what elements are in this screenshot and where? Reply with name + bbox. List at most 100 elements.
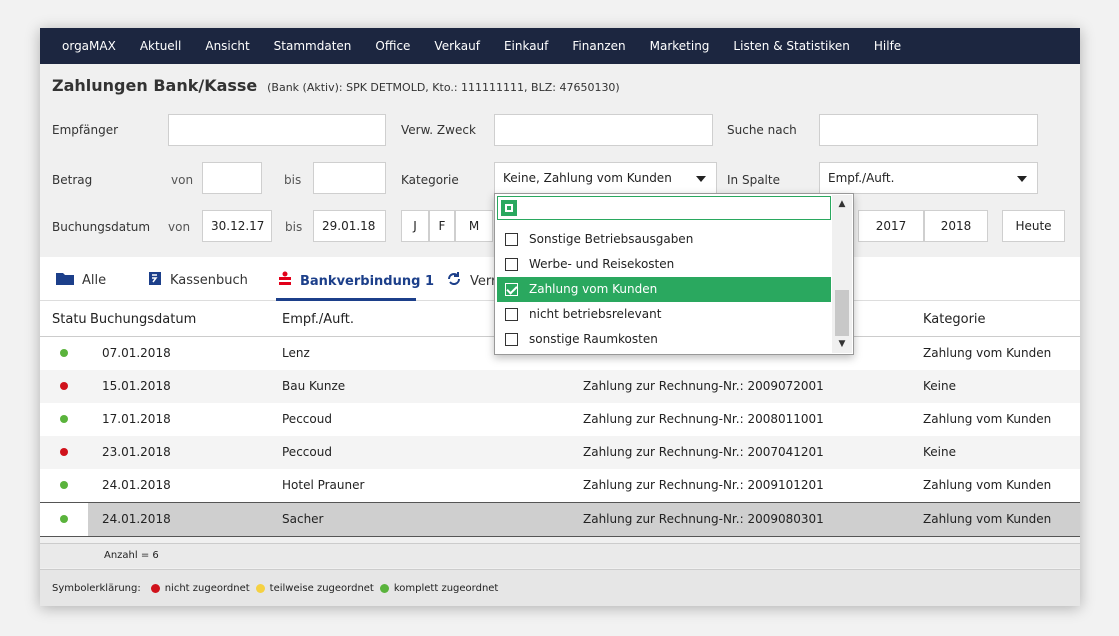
status-dot xyxy=(60,515,68,523)
row-date: 23.01.2018 xyxy=(102,445,171,459)
year-2018-button[interactable]: 2018 xyxy=(924,210,988,242)
row-recipient: Peccoud xyxy=(282,445,332,459)
dropdown-scrollbar[interactable]: ▲ ▼ xyxy=(832,195,852,353)
status-dot xyxy=(60,382,68,390)
menu-listen-statistiken[interactable]: Listen & Statistiken xyxy=(733,39,849,53)
row-purpose: Zahlung zur Rechnung-Nr.: 2008011001 xyxy=(583,412,824,426)
col-empfaenger[interactable]: Empf./Auft. xyxy=(282,312,354,327)
menu-marketing[interactable]: Marketing xyxy=(650,39,710,53)
year-2017-button[interactable]: 2017 xyxy=(858,210,924,242)
row-recipient: Bau Kunze xyxy=(282,379,346,393)
col-buchungsdatum[interactable]: Buchungsdatum xyxy=(90,312,196,327)
suche-label: Suche nach xyxy=(727,123,797,137)
scroll-up-icon[interactable]: ▲ xyxy=(832,195,852,213)
dropdown-item[interactable]: nicht betriebsrelevant xyxy=(497,302,831,327)
row-recipient: Hotel Prauner xyxy=(282,478,365,492)
row-date: 24.01.2018 xyxy=(102,478,171,492)
dropdown-item-checked[interactable]: Zahlung vom Kunden xyxy=(497,277,831,302)
menu-aktuell[interactable]: Aktuell xyxy=(140,39,182,53)
kategorie-value: Keine, Zahlung vom Kunden xyxy=(503,171,672,185)
row-date: 15.01.2018 xyxy=(102,379,171,393)
row-category: Zahlung vom Kunden xyxy=(923,412,1052,426)
legend-item-komplett: komplett zugeordnet xyxy=(393,582,499,594)
col-status[interactable]: Statu xyxy=(52,312,87,327)
betrag-bis-input[interactable] xyxy=(313,162,386,194)
scroll-thumb[interactable] xyxy=(835,290,849,336)
buchungsdatum-label: Buchungsdatum xyxy=(52,220,151,234)
verwzweck-label: Verw. Zweck xyxy=(401,123,476,137)
page-header: Zahlungen Bank/Kasse (Bank (Aktiv): SPK … xyxy=(52,76,620,95)
tab-verrechnung-label: Verr xyxy=(470,273,497,289)
month-jan-button[interactable]: J xyxy=(401,210,429,242)
scroll-down-icon[interactable]: ▼ xyxy=(832,335,852,353)
dropdown-item-label: Werbe- und Reisekosten xyxy=(529,257,675,271)
menu-finanzen[interactable]: Finanzen xyxy=(572,39,625,53)
kategorie-select[interactable]: Keine, Zahlung vom Kunden xyxy=(494,162,717,194)
month-mar-button[interactable]: M xyxy=(455,210,493,242)
row-purpose: Zahlung zur Rechnung-Nr.: 2009101201 xyxy=(583,478,824,492)
tab-alle[interactable]: Alle xyxy=(56,271,106,289)
dropdown-item[interactable]: Sonstige Betriebsausgaben xyxy=(497,227,831,252)
legend-red-dot xyxy=(150,583,160,593)
dropdown-filter-input[interactable] xyxy=(497,196,831,220)
empfaenger-label: Empfänger xyxy=(52,123,119,137)
tab-verrechnung[interactable]: Verr xyxy=(446,271,496,291)
inspalte-select[interactable]: Empf./Auft. xyxy=(819,162,1038,194)
datum-von-input[interactable]: 30.12.17 xyxy=(202,210,272,242)
inspalte-value: Empf./Auft. xyxy=(828,171,895,185)
verwzweck-input[interactable] xyxy=(494,114,713,146)
menu-office[interactable]: Office xyxy=(375,39,410,53)
row-purpose: Zahlung zur Rechnung-Nr.: 2009072001 xyxy=(583,379,824,393)
row-date: 24.01.2018 xyxy=(102,512,171,526)
dropdown-item-label: sonstige Raumkosten xyxy=(529,332,658,346)
row-category: Zahlung vom Kunden xyxy=(923,512,1052,526)
menu-orgamax[interactable]: orgaMAX xyxy=(62,39,116,53)
tab-kassenbuch[interactable]: Kassenbuch xyxy=(148,271,248,290)
table-row-selected[interactable]: 24.01.2018 Sacher Zahlung zur Rechnung-N… xyxy=(40,502,1080,537)
suche-input[interactable] xyxy=(819,114,1038,146)
betrag-von-input[interactable] xyxy=(202,162,262,194)
menu-verkauf[interactable]: Verkauf xyxy=(434,39,480,53)
tab-alle-label: Alle xyxy=(82,272,107,288)
legend-item-nicht: nicht zugeordnet xyxy=(164,582,250,594)
tab-kassenbuch-label: Kassenbuch xyxy=(170,273,248,288)
menu-einkauf[interactable]: Einkauf xyxy=(504,39,548,53)
row-date: 17.01.2018 xyxy=(102,412,171,426)
empfaenger-input[interactable] xyxy=(168,114,386,146)
tab-bankverbindung[interactable]: Bankverbindung 1 xyxy=(278,271,434,292)
bank-icon xyxy=(278,271,292,292)
row-category: Keine xyxy=(923,379,956,393)
row-purpose: Zahlung zur Rechnung-Nr.: 2009080301 xyxy=(583,512,824,526)
select-all-checkbox-icon[interactable] xyxy=(501,200,517,216)
betrag-label: Betrag xyxy=(52,173,93,187)
row-count: Anzahl = 6 xyxy=(104,550,159,561)
row-category: Keine xyxy=(923,445,956,459)
cashbook-icon xyxy=(148,271,162,290)
dropdown-item[interactable]: sonstige Raumkosten xyxy=(497,327,831,352)
table-row[interactable]: 15.01.2018 Bau Kunze Zahlung zur Rechnun… xyxy=(40,370,1080,403)
heute-button[interactable]: Heute xyxy=(1002,210,1065,242)
sync-icon xyxy=(446,271,462,291)
dropdown-item-label: Zahlung vom Kunden xyxy=(529,282,658,296)
row-purpose: Zahlung zur Rechnung-Nr.: 2007041201 xyxy=(583,445,824,459)
legend-title: Symbolerklärung: xyxy=(52,582,141,594)
table-row[interactable]: 23.01.2018 Peccoud Zahlung zur Rechnung-… xyxy=(40,436,1080,469)
symbol-legend: Symbolerklärung: nicht zugeordnet teilwe… xyxy=(40,569,1080,606)
legend-green-dot xyxy=(379,583,389,593)
menu-hilfe[interactable]: Hilfe xyxy=(874,39,901,53)
month-feb-button[interactable]: F xyxy=(429,210,455,242)
row-category: Zahlung vom Kunden xyxy=(923,346,1052,360)
col-kategorie[interactable]: Kategorie xyxy=(923,312,986,327)
table-footer: Anzahl = 6 xyxy=(40,543,1080,568)
datum-bis-input[interactable]: 29.01.18 xyxy=(313,210,386,242)
tab-bankverbindung-label: Bankverbindung 1 xyxy=(300,274,434,289)
dropdown-item[interactable]: Werbe- und Reisekosten xyxy=(497,252,831,277)
table-row[interactable]: 17.01.2018 Peccoud Zahlung zur Rechnung-… xyxy=(40,403,1080,436)
checkbox-icon xyxy=(505,233,518,246)
folder-icon xyxy=(56,271,74,289)
checkbox-icon xyxy=(505,333,518,346)
menu-ansicht[interactable]: Ansicht xyxy=(205,39,249,53)
menu-stammdaten[interactable]: Stammdaten xyxy=(274,39,352,53)
table-row[interactable]: 24.01.2018 Hotel Prauner Zahlung zur Rec… xyxy=(40,469,1080,502)
row-category: Zahlung vom Kunden xyxy=(923,478,1052,492)
